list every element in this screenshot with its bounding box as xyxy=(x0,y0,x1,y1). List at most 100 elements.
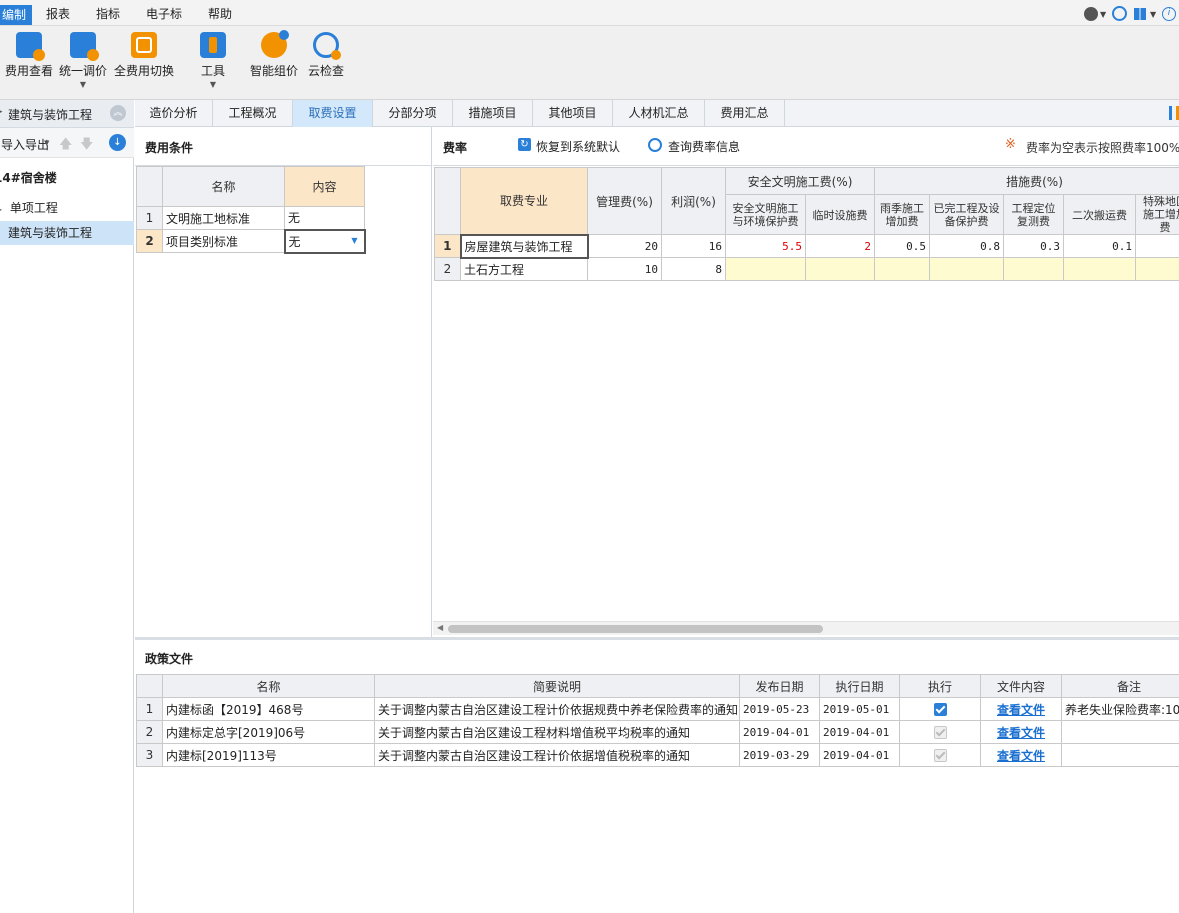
table-row[interactable]: 1 文明施工地标准 无 xyxy=(136,206,365,230)
download-icon[interactable]: ↓ xyxy=(109,134,126,151)
tab-sub-items[interactable]: 分部分项 xyxy=(373,100,453,127)
protect-cell[interactable] xyxy=(929,257,1004,281)
divider xyxy=(433,165,1179,166)
tab-other-items[interactable]: 其他项目 xyxy=(533,100,613,127)
mgmt-cell[interactable]: 20 xyxy=(587,234,662,258)
grid-icon[interactable] xyxy=(1134,8,1146,20)
mgmt-cell[interactable]: 10 xyxy=(587,257,662,281)
table-row[interactable]: 1 房屋建筑与装饰工程 20 16 5.5 2 0.5 0.8 0.3 0.1 xyxy=(434,233,1179,259)
header-corner xyxy=(136,674,163,698)
chevron-down-icon[interactable]: ▼ xyxy=(1150,10,1156,19)
smart-pricing-button[interactable]: 智能组价 xyxy=(249,30,299,79)
restore-default-button[interactable]: 恢复到系统默认 xyxy=(536,138,620,155)
tab-cost-analysis[interactable]: 造价分析 xyxy=(135,100,213,127)
restore-icon[interactable]: ↻ xyxy=(518,138,531,151)
execute-checkbox[interactable] xyxy=(933,726,947,739)
tab-fee-summary[interactable]: 费用汇总 xyxy=(705,100,785,127)
table-row[interactable]: 2 项目类别标准 无 ▼ xyxy=(136,228,366,254)
import-export-button[interactable]: 导入导出 xyxy=(0,136,49,153)
header-corner xyxy=(136,166,163,207)
tools-button[interactable]: 工具 ▼ xyxy=(196,32,230,89)
query-rate-button[interactable]: 查询费率信息 xyxy=(668,138,740,155)
headset-icon[interactable] xyxy=(1112,6,1127,21)
full-fee-switch-button[interactable]: 全费用切换 xyxy=(113,32,175,79)
chevron-down-icon[interactable]: ▼ xyxy=(44,139,49,147)
view-file-link[interactable]: 查看文件 xyxy=(980,697,1062,721)
policy-name: 内建标函【2019】468号 xyxy=(162,697,375,721)
policy-name: 内建标[2019]113号 xyxy=(162,743,375,767)
tab-overview[interactable]: 工程概况 xyxy=(213,100,293,127)
exec-date: 2019-05-01 xyxy=(819,697,900,721)
rainy-cell[interactable] xyxy=(874,257,930,281)
pub-date: 2019-04-01 xyxy=(739,720,820,744)
safety-env-cell[interactable] xyxy=(725,257,806,281)
menu-report[interactable]: 报表 xyxy=(46,4,70,24)
scrollbar-thumb[interactable] xyxy=(448,625,823,633)
table-row[interactable]: 1 内建标函【2019】468号 关于调整内蒙古自治区建设工程计价依据规费中养老… xyxy=(136,697,1179,721)
major-cell[interactable]: 土石方工程 xyxy=(460,257,588,281)
fee-view-button[interactable]: 费用查看 xyxy=(4,32,54,79)
menu-bar: 编制 报表 指标 电子标 帮助 ▼ ▼ i xyxy=(0,0,1179,26)
unified-price-button[interactable]: 统一调价 ▼ xyxy=(57,32,109,89)
tab-labor-material-summary[interactable]: 人材机汇总 xyxy=(613,100,705,127)
tree-expand-icon[interactable]: ▸ xyxy=(0,205,2,214)
execute-checkbox[interactable] xyxy=(933,749,947,762)
remark-cell xyxy=(1061,743,1179,767)
policy-desc: 关于调整内蒙古自治区建设工程计价依据增值税税率的通知 xyxy=(374,743,740,767)
collapse-up-icon[interactable]: ︽ xyxy=(110,105,126,121)
scroll-left-icon[interactable]: ◀ xyxy=(437,623,443,632)
menu-help[interactable]: 帮助 xyxy=(208,4,232,24)
query-icon[interactable] xyxy=(648,138,662,152)
header-protect: 已完工程及设备保护费 xyxy=(929,194,1004,235)
profit-cell[interactable]: 16 xyxy=(661,234,726,258)
info-icon[interactable]: i xyxy=(1162,7,1176,21)
header-exec-date: 执行日期 xyxy=(819,674,900,698)
second-cell[interactable]: 0.1 xyxy=(1063,234,1136,258)
header-rainy: 雨季施工增加费 xyxy=(874,194,930,235)
locate-cell[interactable] xyxy=(1003,257,1064,281)
policy-desc: 关于调整内蒙古自治区建设工程材料增值税平均税率的通知 xyxy=(374,720,740,744)
panel-toggle-icon[interactable] xyxy=(1169,106,1179,120)
view-file-link[interactable]: 查看文件 xyxy=(980,743,1062,767)
move-down-icon[interactable]: 🡇 xyxy=(80,135,93,157)
special-cell[interactable] xyxy=(1134,234,1179,258)
collapse-arrow-icon[interactable]: ▸ xyxy=(0,107,3,117)
execute-checkbox[interactable] xyxy=(933,703,947,716)
header-execute: 执行 xyxy=(899,674,981,698)
tree-item-single-project[interactable]: ▸ 单项工程 xyxy=(0,196,134,220)
table-row[interactable]: 2 内建标定总字[2019]06号 关于调整内蒙古自治区建设工程材料增值税平均税… xyxy=(136,720,1179,744)
avatar-icon[interactable] xyxy=(1084,7,1098,21)
tab-fee-settings[interactable]: 取费设置 xyxy=(293,100,373,127)
condition-value-select[interactable]: 无 ▼ xyxy=(283,228,366,254)
temp-cell[interactable]: 2 xyxy=(805,234,875,258)
move-up-icon[interactable]: 🡅 xyxy=(59,135,72,157)
protect-cell[interactable]: 0.8 xyxy=(929,234,1004,258)
tree-item-building[interactable]: 建筑与装饰工程 xyxy=(0,221,134,245)
chevron-down-icon[interactable]: ▼ xyxy=(351,236,357,245)
menu-edit[interactable]: 编制 xyxy=(0,5,33,25)
tree-item-project[interactable]: 14#宿舍楼 xyxy=(0,166,134,190)
header-management: 管理费(%) xyxy=(587,167,662,235)
horizontal-scrollbar[interactable]: ◀ xyxy=(433,621,1179,635)
table-row[interactable]: 2 土石方工程 10 8 xyxy=(434,257,1179,281)
header-corner xyxy=(434,167,461,235)
menu-ebid[interactable]: 电子标 xyxy=(146,4,182,24)
exec-date: 2019-04-01 xyxy=(819,720,900,744)
header-second: 二次搬运费 xyxy=(1063,194,1136,235)
view-file-link[interactable]: 查看文件 xyxy=(980,720,1062,744)
cloud-check-button[interactable]: 云检查 xyxy=(306,32,346,79)
rainy-cell[interactable]: 0.5 xyxy=(874,234,930,258)
profit-cell[interactable]: 8 xyxy=(661,257,726,281)
table-row[interactable]: 3 内建标[2019]113号 关于调整内蒙古自治区建设工程计价依据增值税税率的… xyxy=(136,743,1179,767)
condition-value[interactable]: 无 xyxy=(284,206,365,230)
safety-env-cell[interactable]: 5.5 xyxy=(725,234,806,258)
tab-measures[interactable]: 措施项目 xyxy=(453,100,533,127)
menu-index[interactable]: 指标 xyxy=(96,4,120,24)
major-cell[interactable]: 房屋建筑与装饰工程 xyxy=(459,233,589,259)
second-cell[interactable] xyxy=(1063,257,1136,281)
locate-cell[interactable]: 0.3 xyxy=(1003,234,1064,258)
temp-cell[interactable] xyxy=(805,257,875,281)
chevron-down-icon[interactable]: ▼ xyxy=(1100,10,1106,19)
row-number: 2 xyxy=(136,720,163,744)
special-cell[interactable] xyxy=(1134,257,1179,281)
